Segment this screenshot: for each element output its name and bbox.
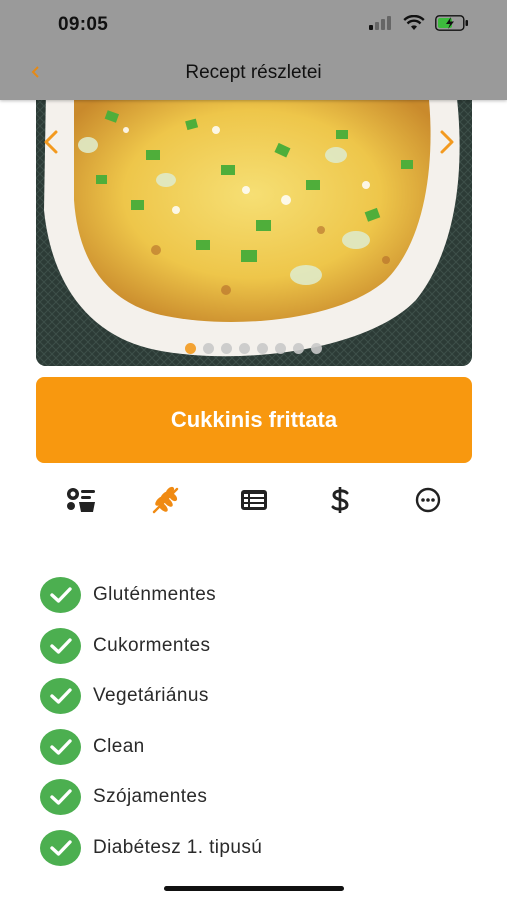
wheat-icon: [152, 486, 179, 514]
diet-tag-item: Diabétesz 1. tipusú: [40, 823, 460, 874]
check-circle-icon: [40, 779, 81, 816]
diet-tag-item: Clean: [40, 722, 460, 773]
diet-tag-label: Clean: [93, 735, 145, 757]
check-circle-icon: [40, 627, 81, 664]
tab-more[interactable]: [408, 480, 448, 520]
status-time: 09:05: [58, 14, 109, 35]
page-title: Recept részletei: [185, 62, 322, 83]
tab-nutrition[interactable]: [234, 480, 274, 520]
diet-tag-label: Diabétesz 1. tipusú: [93, 836, 263, 858]
recipe-photo: [36, 90, 472, 366]
tab-price[interactable]: [320, 480, 360, 520]
tab-diet[interactable]: [146, 480, 186, 520]
pagination-dot[interactable]: [221, 343, 232, 354]
pagination-dot[interactable]: [275, 343, 286, 354]
pagination-dot[interactable]: [185, 343, 196, 354]
diet-tag-label: Gluténmentes: [93, 584, 217, 606]
chevron-right-icon: [440, 130, 454, 154]
diet-tag-item: Gluténmentes: [40, 570, 460, 621]
recipe-title-card: Cukkinis frittata: [36, 377, 472, 463]
dollar-icon: [331, 487, 349, 513]
pagination-dot[interactable]: [239, 343, 250, 354]
wifi-icon: [403, 14, 425, 36]
recipe-title: Cukkinis frittata: [170, 407, 338, 432]
check-circle-icon: [40, 728, 81, 765]
diet-tag-label: Vegetáriánus: [93, 685, 209, 707]
home-indicator[interactable]: [164, 886, 344, 891]
diet-tag-label: Szójamentes: [93, 786, 208, 808]
diet-tag-list: Gluténmentes Cukormentes Vegetáriánus Clean…: [40, 570, 460, 873]
pagination-dot[interactable]: [203, 343, 214, 354]
diet-tag-item: Vegetáriánus: [40, 671, 460, 722]
carousel-next-button[interactable]: [432, 124, 462, 160]
check-circle-icon: [40, 577, 81, 614]
recipe-tabs: [36, 480, 472, 520]
top-bar: 09:05 Recept részletei: [0, 0, 507, 100]
status-icons: [369, 14, 469, 36]
battery-charging-icon: [435, 14, 469, 36]
diet-tag-item: Szójamentes: [40, 772, 460, 823]
pagination-dot[interactable]: [257, 343, 268, 354]
diet-tag-label: Cukormentes: [93, 634, 211, 656]
more-circle-icon: [415, 487, 441, 513]
pagination-dot[interactable]: [311, 343, 322, 354]
cellular-signal-icon: [369, 15, 393, 35]
ingredients-scale-icon: [67, 488, 95, 512]
tab-ingredients[interactable]: [61, 480, 101, 520]
check-circle-icon: [40, 678, 81, 715]
list-table-icon: [241, 490, 267, 510]
pagination-dot[interactable]: [293, 343, 304, 354]
recipe-image-carousel[interactable]: [36, 90, 472, 366]
check-circle-icon: [40, 829, 81, 866]
diet-tag-item: Cukormentes: [40, 621, 460, 672]
carousel-pagination[interactable]: [0, 343, 507, 354]
chevron-left-icon: [44, 130, 58, 154]
carousel-prev-button[interactable]: [36, 124, 66, 160]
